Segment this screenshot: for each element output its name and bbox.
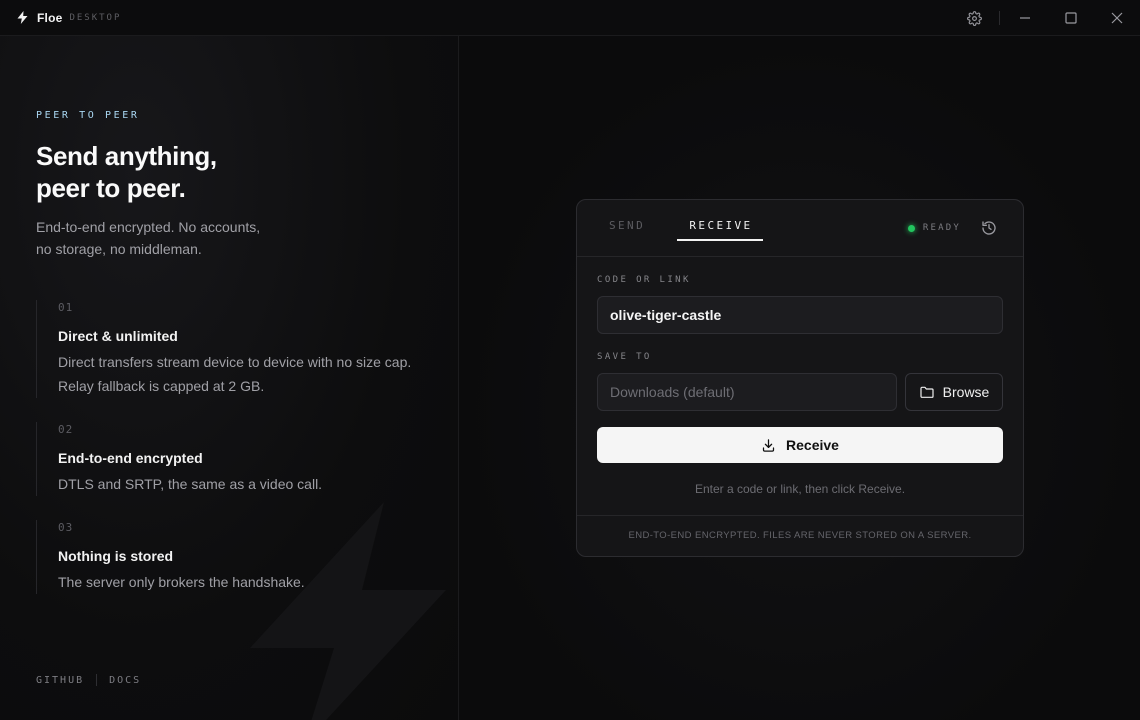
feature-item: 01 Direct & unlimited Direct transfers s… xyxy=(36,300,436,398)
code-input[interactable]: olive-tiger-castle xyxy=(597,296,1003,334)
feature-description-line: Relay fallback is capped at 2 GB. xyxy=(58,378,265,394)
headline-line: Send anything, xyxy=(36,141,217,171)
card-body: CODE OR LINK olive-tiger-castle SAVE TO … xyxy=(577,257,1023,515)
intro-panel: PEER TO PEER Send anything, peer to peer… xyxy=(0,36,459,720)
eyebrow-label: PEER TO PEER xyxy=(36,110,140,121)
receive-button-label: Receive xyxy=(786,437,839,453)
feature-item: 03 Nothing is stored The server only bro… xyxy=(36,520,436,594)
title-bar: Floe DESKTOP xyxy=(0,0,1140,36)
close-icon xyxy=(1111,12,1123,24)
minimize-button[interactable] xyxy=(1002,0,1048,36)
feature-number: 03 xyxy=(58,521,74,534)
headline-line: peer to peer. xyxy=(36,173,186,203)
intro-text: End-to-end encrypted. No accounts, no st… xyxy=(36,216,336,260)
feature-title: Direct & unlimited xyxy=(58,328,178,344)
browse-button[interactable]: Browse xyxy=(905,373,1003,411)
tab-receive[interactable]: RECEIVE xyxy=(677,219,763,241)
feature-list: 01 Direct & unlimited Direct transfers s… xyxy=(36,300,436,618)
transfer-card: SEND RECEIVE READY CODE OR LINK olive-ti… xyxy=(576,199,1024,557)
app-name: Floe xyxy=(37,10,63,25)
feature-description-line: DTLS and SRTP, the same as a video call. xyxy=(58,476,323,492)
save-location-input[interactable]: Downloads (default) xyxy=(597,373,897,411)
save-to-label: SAVE TO xyxy=(597,352,652,362)
footer-divider xyxy=(96,674,98,686)
intro-line: End-to-end encrypted. No accounts, xyxy=(36,219,261,235)
feature-description: The server only brokers the handshake. xyxy=(58,570,436,594)
intro-line: no storage, no middleman. xyxy=(36,241,202,257)
maximize-button[interactable] xyxy=(1048,0,1094,36)
connection-status: READY xyxy=(907,223,961,233)
minimize-icon xyxy=(1020,17,1030,19)
close-button[interactable] xyxy=(1094,0,1140,36)
feature-description-line: The server only brokers the handshake. xyxy=(58,574,305,590)
brand: Floe DESKTOP xyxy=(17,11,121,25)
receive-button[interactable]: Receive xyxy=(597,427,1003,463)
settings-button[interactable] xyxy=(951,0,997,36)
folder-icon xyxy=(920,386,934,398)
feature-item: 02 End-to-end encrypted DTLS and SRTP, t… xyxy=(36,422,436,496)
browse-button-label: Browse xyxy=(942,384,990,400)
status-text: READY xyxy=(922,223,961,233)
feature-title: Nothing is stored xyxy=(58,548,174,564)
status-dot xyxy=(907,224,915,232)
docs-link[interactable]: DOCS xyxy=(109,675,141,686)
window-controls xyxy=(951,0,1140,36)
history-icon[interactable] xyxy=(981,220,997,236)
feature-number: 01 xyxy=(58,301,74,314)
controls-divider xyxy=(999,11,1000,25)
feature-description: DTLS and SRTP, the same as a video call. xyxy=(58,472,436,496)
hint-text: Enter a code or link, then click Receive… xyxy=(694,482,906,496)
code-label: CODE OR LINK xyxy=(597,275,691,285)
app-subtitle: DESKTOP xyxy=(69,12,122,23)
transfer-area: SEND RECEIVE READY CODE OR LINK olive-ti… xyxy=(460,36,1140,720)
footer-links: GITHUB DOCS xyxy=(36,674,141,686)
feature-description-line: Direct transfers stream device to device… xyxy=(58,354,412,370)
maximize-icon xyxy=(1065,12,1077,24)
feature-title: End-to-end encrypted xyxy=(58,450,203,466)
headline: Send anything, peer to peer. xyxy=(36,140,396,204)
feature-number: 02 xyxy=(58,423,74,436)
gear-icon xyxy=(966,10,982,26)
feature-description: Direct transfers stream device to device… xyxy=(58,350,436,398)
bolt-icon xyxy=(17,11,28,24)
tab-send[interactable]: SEND xyxy=(609,219,645,241)
download-icon xyxy=(762,438,775,452)
card-footer-note: END-TO-END ENCRYPTED. FILES ARE NEVER ST… xyxy=(577,515,1023,556)
github-link[interactable]: GITHUB xyxy=(36,675,84,686)
app-window: Floe DESKTOP PEER TO PEER Send anything,… xyxy=(0,0,1140,720)
card-header: SEND RECEIVE READY xyxy=(577,200,1023,257)
